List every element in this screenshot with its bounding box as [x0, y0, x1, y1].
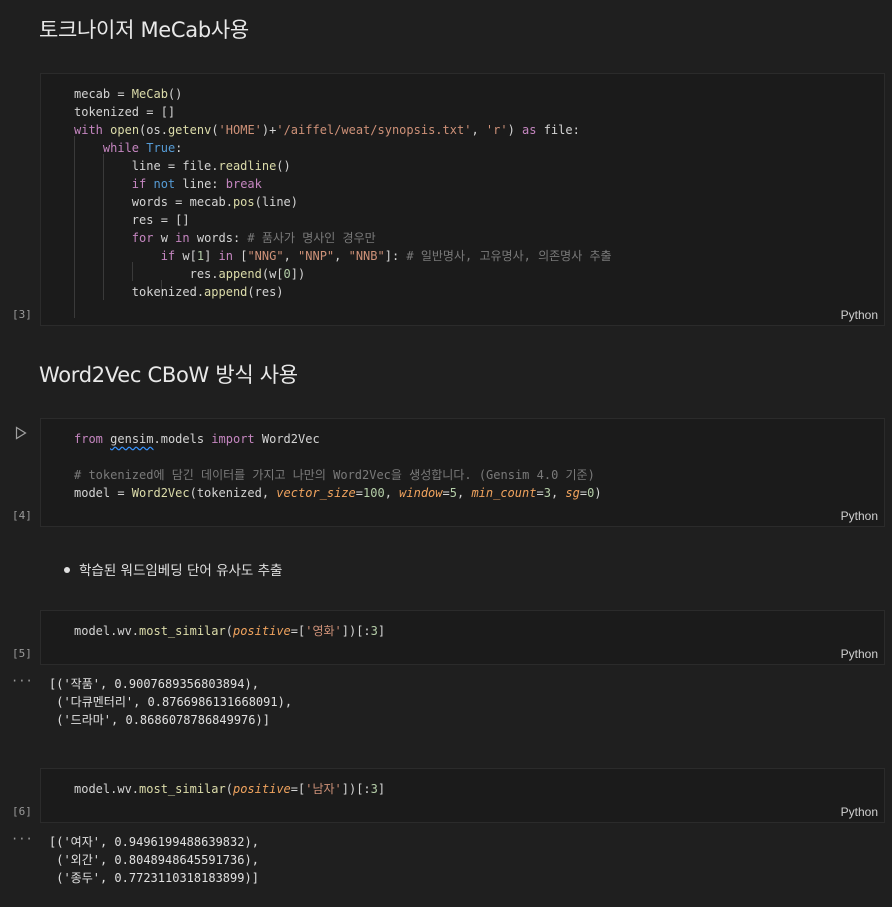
code-cell-3[interactable]: mecab = MeCab() tokenized = [] with open…	[40, 73, 885, 326]
code-line: mecab = MeCab()	[74, 87, 183, 101]
code-line: while True:	[102, 141, 183, 155]
cell-language-label[interactable]: Python	[841, 805, 878, 819]
bullet-item: 학습된 워드임베딩 단어 유사도 추출	[79, 563, 283, 579]
code-line: res.append(w[0])	[74, 267, 306, 281]
code-line: line = file.readline()	[74, 159, 291, 173]
output-line: ('종두', 0.7723110318183899)]	[49, 871, 259, 885]
code-editor[interactable]: model.wv.most_similar(positive=['영화'])[:…	[74, 622, 385, 640]
code-line: model = Word2Vec(tokenized, vector_size=…	[74, 486, 602, 500]
code-cell-4[interactable]: from gensim.models import Word2Vec # tok…	[40, 418, 885, 527]
code-line: for w in words: # 품사가 명사인 경우만	[131, 231, 376, 245]
code-line: with open(os.getenv('HOME')+'/aiffel/wea…	[74, 123, 580, 137]
output-line: ('드라마', 0.8686078786849976)]	[49, 713, 270, 727]
markdown-heading-mecab: 토크나이저 MeCab사용	[39, 18, 249, 42]
code-editor[interactable]: mecab = MeCab() tokenized = [] with open…	[74, 85, 612, 301]
execution-count: [6]	[12, 805, 32, 818]
output-menu-icon[interactable]: ···	[11, 832, 33, 846]
execution-count: [4]	[12, 509, 32, 522]
play-triangle-icon	[15, 426, 27, 440]
run-cell-button[interactable]	[14, 426, 28, 440]
cell-output: [('여자', 0.9496199488639832), ('외간', 0.80…	[49, 833, 259, 887]
execution-count: [5]	[12, 647, 32, 660]
code-editor[interactable]: model.wv.most_similar(positive=['남자'])[:…	[74, 780, 385, 798]
code-cell-5[interactable]: model.wv.most_similar(positive=['영화'])[:…	[40, 610, 885, 665]
code-line: # tokenized에 담긴 데이터를 가지고 나만의 Word2Vec을 생…	[74, 468, 595, 482]
code-editor[interactable]: from gensim.models import Word2Vec # tok…	[74, 430, 602, 502]
code-line: words = mecab.pos(line)	[74, 195, 298, 209]
cell-output: [('작품', 0.9007689356803894), ('다큐멘터리', 0…	[49, 675, 292, 729]
output-line: ('다큐멘터리', 0.8766986131668091),	[49, 695, 293, 709]
output-line: ('외간', 0.8048948645591736),	[49, 853, 259, 867]
code-line: model.wv.most_similar(positive=['남자'])[:…	[74, 782, 386, 796]
output-line: [('여자', 0.9496199488639832),	[49, 835, 259, 849]
code-line: res = []	[74, 213, 190, 227]
code-line: if not line: break	[131, 177, 262, 191]
cell-language-label[interactable]: Python	[841, 509, 878, 523]
markdown-bullet-list: 학습된 워드임베딩 단어 유사도 추출	[64, 559, 282, 579]
bullet-dot	[64, 567, 70, 573]
execution-count: [3]	[12, 308, 32, 321]
code-line: if w[1] in ["NNG", "NNP", "NNB"]: # 일반명사…	[160, 249, 612, 263]
code-line: model.wv.most_similar(positive=['영화'])[:…	[74, 624, 386, 638]
code-line: from gensim.models import Word2Vec	[74, 432, 320, 446]
cell-language-label[interactable]: Python	[841, 647, 878, 661]
code-line: tokenized.append(res)	[74, 285, 284, 299]
code-line: tokenized = []	[74, 105, 176, 119]
cell-language-label[interactable]: Python	[841, 308, 878, 322]
output-menu-icon[interactable]: ···	[11, 674, 33, 688]
code-cell-6[interactable]: model.wv.most_similar(positive=['남자'])[:…	[40, 768, 885, 823]
output-line: [('작품', 0.9007689356803894),	[49, 677, 259, 691]
markdown-heading-word2vec: Word2Vec CBoW 방식 사용	[39, 363, 298, 387]
